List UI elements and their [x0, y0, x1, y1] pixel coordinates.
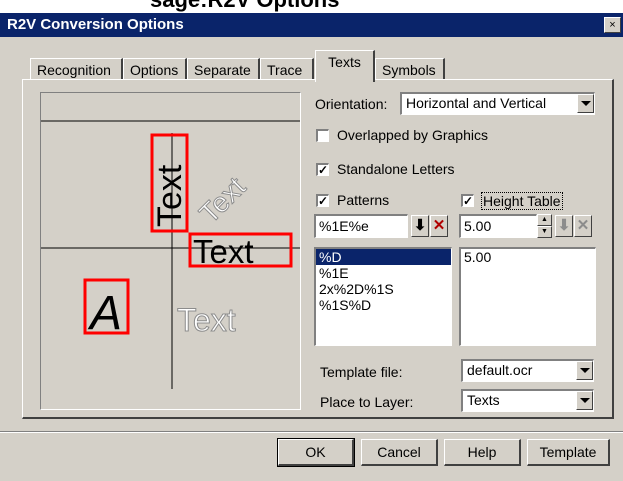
- close-button[interactable]: ×: [604, 17, 621, 33]
- list-item[interactable]: 2x%2D%1S: [316, 281, 451, 297]
- diagonal-sample-text: Text: [193, 171, 251, 229]
- delete-pattern-button[interactable]: ✕: [430, 215, 448, 237]
- title-bar[interactable]: R2V Conversion Options ×: [0, 13, 623, 37]
- list-item[interactable]: %1E: [316, 265, 451, 281]
- divider: [0, 431, 623, 433]
- horizontal-sample: Text: [188, 232, 293, 270]
- delete-icon: ✕: [432, 217, 446, 234]
- template-file-value: default.ocr: [467, 362, 533, 378]
- tab-trace[interactable]: Trace: [260, 58, 314, 80]
- tab-texts[interactable]: Texts: [315, 50, 375, 82]
- standalone-checkbox[interactable]: ✓: [316, 163, 329, 176]
- height-delete-button[interactable]: ✕: [574, 215, 592, 237]
- template-button[interactable]: Template: [527, 439, 610, 466]
- check-icon: ✓: [318, 163, 329, 177]
- template-file-select[interactable]: default.ocr: [461, 359, 594, 382]
- layer-dropdown-icon[interactable]: [576, 391, 593, 410]
- list-item[interactable]: %D: [316, 249, 451, 265]
- tab-options[interactable]: Options: [123, 58, 187, 80]
- patterns-checkbox[interactable]: ✓: [316, 194, 329, 207]
- ok-button[interactable]: OK: [277, 438, 355, 467]
- orientation-value: Horizontal and Vertical: [406, 95, 547, 111]
- spin-down-button[interactable]: ▼: [537, 226, 552, 238]
- standalone-label[interactable]: Standalone Letters: [337, 161, 455, 177]
- patterns-list[interactable]: %D %1E 2x%2D%1S %1S%D: [314, 247, 452, 346]
- spin-up-icon: ▲: [541, 216, 548, 223]
- spin-down-icon: ▼: [541, 228, 548, 235]
- overlapped-checkbox[interactable]: [316, 129, 329, 142]
- background-window-fragment: sage:R2V Options: [0, 0, 623, 13]
- height-table-checkbox[interactable]: ✓: [461, 194, 474, 207]
- check-icon: ✓: [318, 194, 329, 208]
- height-list[interactable]: 5.00: [459, 247, 596, 346]
- height-move-down-button[interactable]: ⬇: [555, 215, 573, 237]
- dialog-window: sage:R2V Options R2V Conversion Options …: [0, 0, 623, 481]
- help-button[interactable]: Help: [444, 439, 521, 466]
- spin-up-button[interactable]: ▲: [537, 214, 552, 226]
- tab-recognition[interactable]: Recognition: [30, 58, 123, 80]
- list-item[interactable]: 5.00: [461, 249, 595, 265]
- window-title: R2V Conversion Options: [7, 16, 184, 33]
- orientation-dropdown-icon[interactable]: [577, 94, 594, 113]
- vertical-sample: Text: [150, 133, 189, 233]
- place-to-layer-label: Place to Layer:: [320, 394, 414, 410]
- move-down-button[interactable]: ⬇: [411, 215, 429, 237]
- vertical-sample-text: Text: [151, 164, 189, 227]
- letter-sample-text: A: [87, 287, 122, 340]
- place-to-layer-value: Texts: [467, 392, 500, 408]
- arrow-down-icon: ⬇: [413, 217, 427, 234]
- template-file-label: Template file:: [320, 364, 403, 380]
- height-table-label[interactable]: Height Table: [481, 192, 563, 210]
- tab-separate[interactable]: Separate: [187, 58, 260, 80]
- delete-icon: ✕: [576, 217, 590, 234]
- template-dropdown-icon[interactable]: [576, 361, 593, 380]
- horizontal-sample-text: Text: [193, 233, 254, 270]
- place-to-layer-select[interactable]: Texts: [461, 389, 594, 412]
- outlined-sample: Text: [177, 302, 237, 339]
- arrow-down-icon: ⬇: [557, 217, 571, 234]
- list-item[interactable]: %1S%D: [316, 297, 451, 313]
- patterns-label[interactable]: Patterns: [337, 192, 389, 208]
- check-icon: ✓: [463, 194, 474, 208]
- overlapped-label[interactable]: Overlapped by Graphics: [337, 127, 488, 143]
- orientation-label: Orientation:: [315, 96, 388, 112]
- diagonal-sample: Text: [193, 170, 252, 229]
- preview-canvas: Text Text Text A Text: [41, 120, 300, 389]
- text-preview: Text Text Text A Text: [40, 92, 301, 410]
- close-icon: ×: [609, 19, 616, 31]
- pattern-input[interactable]: %1E%e: [314, 214, 408, 238]
- orientation-select[interactable]: Horizontal and Vertical: [400, 92, 595, 115]
- cancel-button[interactable]: Cancel: [361, 439, 438, 466]
- letter-sample: A: [83, 278, 130, 340]
- outlined-sample-text: Text: [177, 302, 236, 338]
- background-title-text: sage:R2V Options: [150, 0, 339, 13]
- tab-symbols[interactable]: Symbols: [375, 58, 445, 80]
- height-input[interactable]: 5.00: [459, 214, 537, 238]
